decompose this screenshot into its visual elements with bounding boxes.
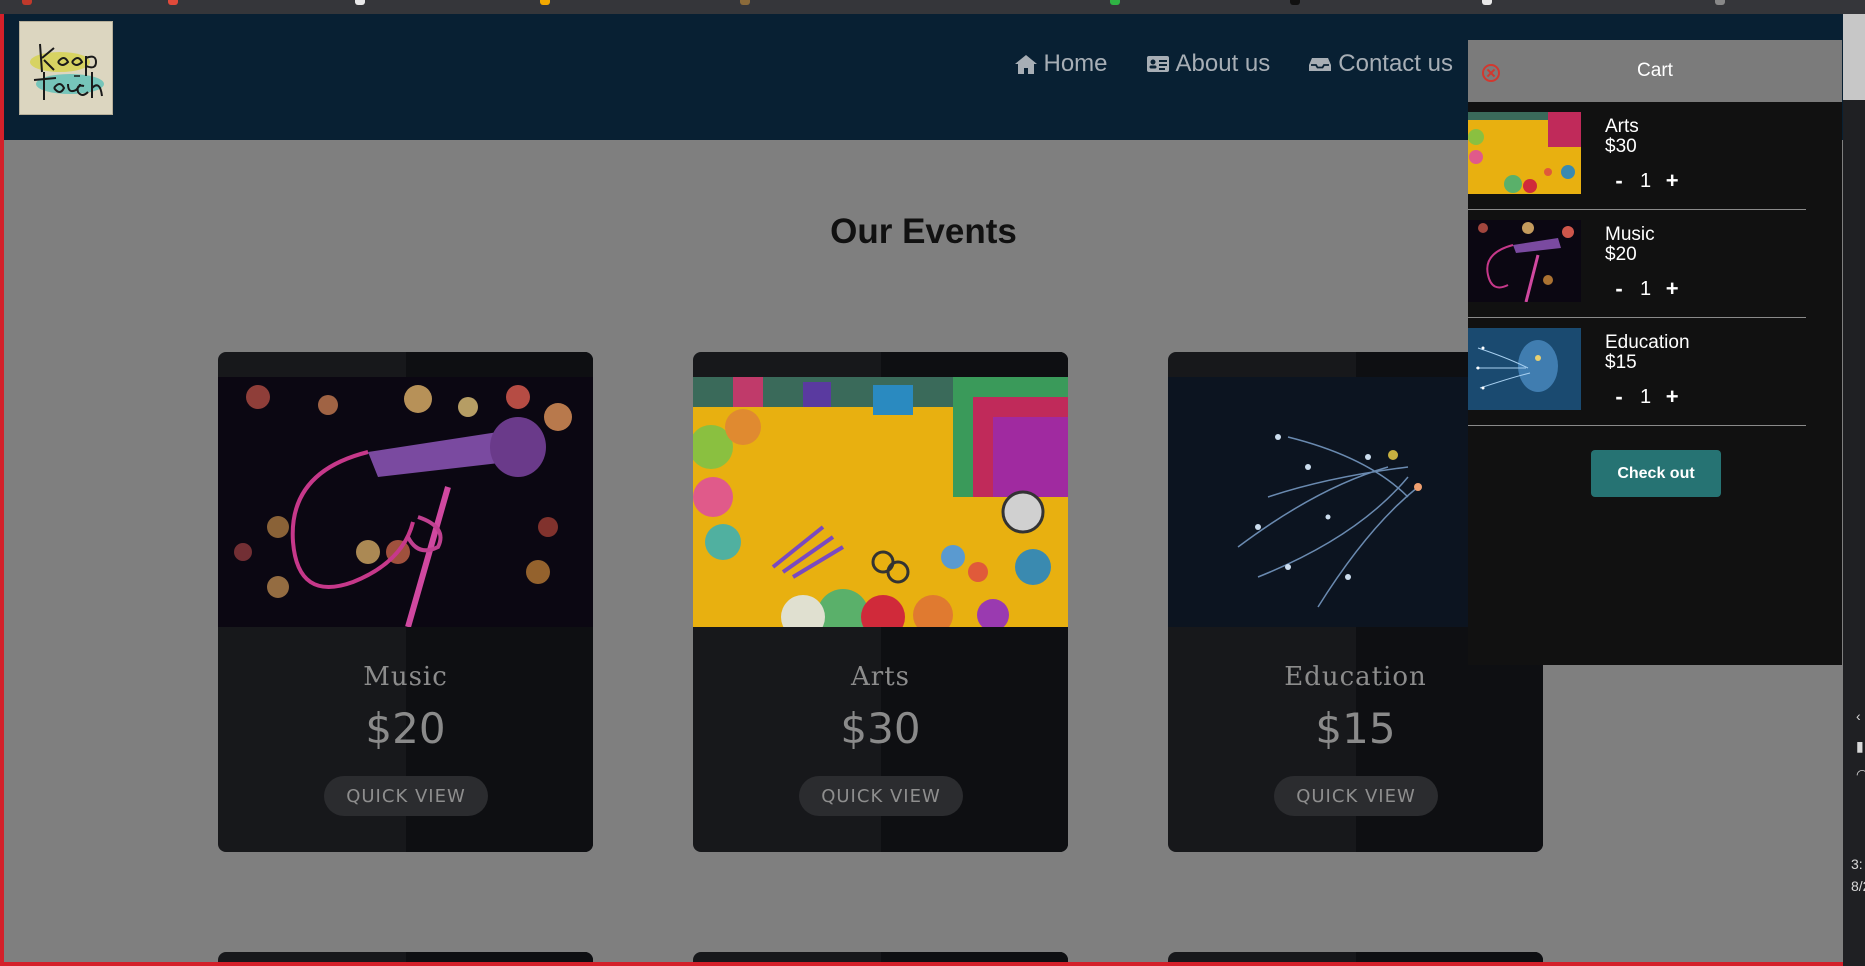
event-image-music xyxy=(218,377,593,627)
event-card xyxy=(693,952,1068,962)
quantity-stepper: - 1 + xyxy=(1612,384,1679,410)
cart-item-price: $30 xyxy=(1605,136,1637,157)
inbox-icon xyxy=(1309,58,1332,71)
cart-item: Music $20 - 1 + xyxy=(1468,210,1806,318)
page-scrollbar[interactable] xyxy=(1843,14,1865,100)
cart-item-price: $15 xyxy=(1605,352,1637,373)
cart-item-name: Music xyxy=(1605,224,1655,245)
event-name: Arts xyxy=(851,662,910,692)
chevron-left-icon[interactable]: ‹ xyxy=(1856,708,1861,724)
tab-favicon xyxy=(740,0,750,5)
tab-favicon xyxy=(1715,0,1725,5)
battery-icon[interactable]: ▮ xyxy=(1856,738,1864,755)
cart-item-name: Education xyxy=(1605,332,1690,353)
quick-view-button[interactable]: QUICK VIEW xyxy=(324,776,488,816)
nav-about-label: About us xyxy=(1175,50,1271,77)
microphone-thumbnail xyxy=(1468,220,1581,302)
decrease-button[interactable]: - xyxy=(1612,276,1626,302)
tab-favicon xyxy=(540,0,550,5)
increase-button[interactable]: + xyxy=(1665,384,1679,410)
tab-favicon xyxy=(1290,0,1300,5)
clock-time[interactable]: 3: xyxy=(1851,856,1863,872)
checkout-button[interactable]: Check out xyxy=(1591,450,1721,497)
cart-item-thumbnail xyxy=(1468,220,1581,302)
nav-contact[interactable]: Contact us xyxy=(1308,50,1453,78)
clock-date[interactable]: 8/2 xyxy=(1851,878,1865,894)
cart-item-thumbnail xyxy=(1468,112,1581,194)
id-card-icon xyxy=(1146,56,1169,72)
event-price: $20 xyxy=(365,704,446,753)
decrease-button[interactable]: - xyxy=(1612,384,1626,410)
art-supplies-image xyxy=(693,377,1068,627)
quantity-stepper: - 1 + xyxy=(1612,276,1679,302)
tab-favicon xyxy=(168,0,178,5)
keep-in-touch-logo-icon xyxy=(20,22,112,114)
cart-item-name: Arts xyxy=(1605,116,1639,137)
event-card xyxy=(1168,952,1543,962)
event-name: Education xyxy=(1284,662,1427,692)
event-name: Music xyxy=(363,662,448,692)
cart-item: Education $15 - 1 + xyxy=(1468,318,1806,426)
tab-favicon xyxy=(1482,0,1492,5)
browser-tab-strip xyxy=(0,0,1865,14)
art-supplies-thumbnail xyxy=(1468,112,1581,194)
main-nav: Home About us Contact us xyxy=(1014,50,1453,78)
quick-view-button[interactable]: QUICK VIEW xyxy=(1274,776,1438,816)
ai-head-thumbnail xyxy=(1468,328,1581,410)
increase-button[interactable]: + xyxy=(1665,168,1679,194)
nav-contact-label: Contact us xyxy=(1338,50,1453,77)
cart-panel: Cart Arts $30 - 1 + Music $20 - 1 + Educ… xyxy=(1468,40,1842,665)
event-image-arts xyxy=(693,377,1068,627)
tab-favicon xyxy=(22,0,32,5)
nav-about[interactable]: About us xyxy=(1146,50,1271,78)
microphone-image xyxy=(218,377,593,627)
site-logo[interactable] xyxy=(19,21,113,115)
wifi-icon[interactable]: ◠ xyxy=(1856,766,1865,783)
nav-home[interactable]: Home xyxy=(1014,50,1108,78)
event-price: $15 xyxy=(1315,704,1396,753)
tab-favicon xyxy=(355,0,365,5)
cart-header: Cart xyxy=(1468,40,1842,102)
quantity-value: 1 xyxy=(1640,385,1652,408)
event-card xyxy=(218,952,593,962)
home-icon xyxy=(1014,55,1037,74)
event-card-arts: Arts $30 QUICK VIEW xyxy=(693,352,1068,852)
cart-title: Cart xyxy=(1637,60,1673,81)
quantity-value: 1 xyxy=(1640,277,1652,300)
increase-button[interactable]: + xyxy=(1665,276,1679,302)
quantity-stepper: - 1 + xyxy=(1612,168,1679,194)
quantity-value: 1 xyxy=(1640,169,1652,192)
event-card-music: Music $20 QUICK VIEW xyxy=(218,352,593,852)
taskbar-edge xyxy=(1843,100,1865,966)
quick-view-button[interactable]: QUICK VIEW xyxy=(799,776,963,816)
tab-favicon xyxy=(1110,0,1120,5)
decrease-button[interactable]: - xyxy=(1612,168,1626,194)
nav-home-label: Home xyxy=(1043,50,1108,77)
cart-item-thumbnail xyxy=(1468,328,1581,410)
event-price: $30 xyxy=(840,704,921,753)
cart-item-price: $20 xyxy=(1605,244,1637,265)
cart-item: Arts $30 - 1 + xyxy=(1468,102,1806,210)
